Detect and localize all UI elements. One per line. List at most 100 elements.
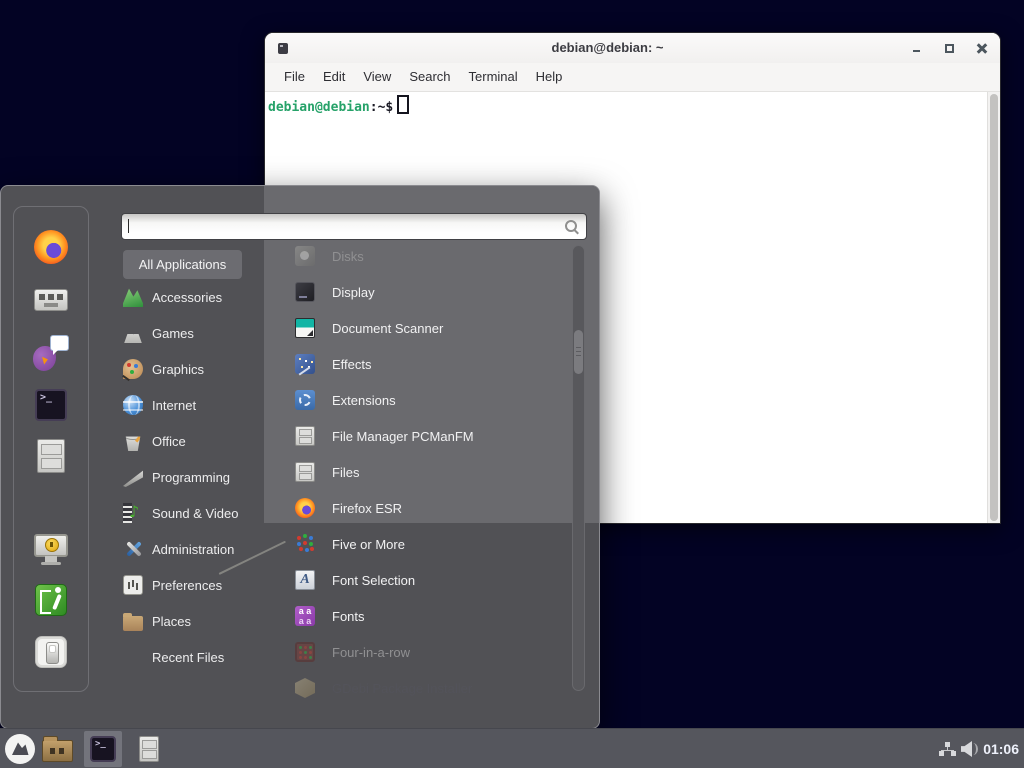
app-five-or-more[interactable]: Five or More	[284, 526, 566, 562]
prompt-suffix: :~$	[370, 100, 393, 115]
taskbar-clock[interactable]: 01:06	[983, 729, 1019, 768]
category-label: Accessories	[152, 290, 222, 305]
favorite-file-manager-icon[interactable]	[33, 438, 69, 474]
speech-bubble-icon	[50, 335, 69, 351]
app-label: Firefox ESR	[332, 501, 402, 516]
monitor-base	[41, 562, 61, 565]
app-document-scanner[interactable]: Document Scanner	[284, 310, 566, 346]
category-accessories[interactable]: Accessories	[123, 279, 275, 315]
application-menu-body: debian	[1, 186, 599, 728]
category-places[interactable]: Places	[123, 603, 275, 639]
shutdown-icon[interactable]	[33, 634, 69, 670]
app-file-manager-pcmanfm[interactable]: File Manager PCManFM	[284, 418, 566, 454]
administration-icon	[123, 539, 143, 559]
monitor-lock-icon	[34, 534, 68, 557]
menu-search-input[interactable]	[121, 213, 587, 240]
app-label: Extensions	[332, 393, 396, 408]
terminal-prompt: debian@debian:~$	[268, 95, 409, 115]
app-label: Fonts	[332, 609, 365, 624]
favorite-terminal-icon[interactable]	[33, 387, 69, 423]
app-firefox-esr[interactable]: Firefox ESR	[284, 490, 566, 526]
category-list: Accessories Games Graphics Internet Offi…	[123, 279, 275, 675]
file-cabinet-icon	[295, 462, 315, 482]
category-label: Preferences	[152, 578, 222, 593]
effects-icon	[295, 354, 315, 374]
app-display[interactable]: Display	[284, 274, 566, 310]
search-icon	[564, 219, 579, 234]
programming-icon	[123, 467, 143, 487]
four-in-a-row-icon	[295, 642, 315, 662]
app-label: Files	[332, 465, 359, 480]
category-office[interactable]: Office	[123, 423, 275, 459]
app-fonts[interactable]: Fonts	[284, 598, 566, 634]
file-cabinet-icon	[139, 736, 159, 762]
terminal-window-icon	[278, 43, 288, 54]
terminal-menubar: File Edit View Search Terminal Help	[265, 63, 1000, 92]
all-applications-label: All Applications	[139, 257, 226, 272]
minimize-button[interactable]	[910, 42, 923, 55]
menu-edit[interactable]: Edit	[314, 63, 354, 91]
menu-view[interactable]: View	[354, 63, 400, 91]
document-scanner-icon	[295, 318, 315, 338]
category-preferences[interactable]: Preferences	[123, 567, 275, 603]
menu-file[interactable]: File	[275, 63, 314, 91]
taskbar-files-button[interactable]	[136, 736, 162, 762]
office-icon	[123, 431, 143, 451]
favorites-rail	[13, 206, 89, 692]
menu-terminal[interactable]: Terminal	[460, 63, 527, 91]
taskbar-file-manager-button[interactable]	[42, 740, 73, 762]
category-programming[interactable]: Programming	[123, 459, 275, 495]
terminal-scrollbar[interactable]	[987, 92, 1000, 523]
category-administration[interactable]: Administration	[123, 531, 275, 567]
application-menu: debian	[0, 185, 600, 729]
app-gdebi-package-installer[interactable]: GDebi Package Installer	[284, 670, 566, 706]
favorite-pidgin-icon[interactable]	[33, 335, 69, 371]
category-recent-files[interactable]: Recent Files	[123, 639, 275, 675]
taskbar-terminal-button[interactable]	[84, 731, 122, 767]
terminal-scrollbar-thumb[interactable]	[990, 94, 998, 521]
power-switch-icon	[35, 636, 67, 668]
volume-icon[interactable]	[961, 741, 979, 757]
terminal-icon	[90, 736, 116, 762]
logout-icon[interactable]	[33, 582, 69, 618]
menu-search[interactable]: Search	[400, 63, 459, 91]
menu-help[interactable]: Help	[527, 63, 572, 91]
file-cabinet-icon	[295, 426, 315, 446]
category-graphics[interactable]: Graphics	[123, 351, 275, 387]
close-button[interactable]	[976, 42, 989, 55]
category-label: Programming	[152, 470, 230, 485]
lock-screen-icon[interactable]	[33, 531, 69, 567]
desktop: debian@debian: ~ File Edit View Search T…	[0, 0, 1024, 768]
app-font-selection[interactable]: Font Selection	[284, 562, 566, 598]
app-list-scrollbar[interactable]	[572, 245, 585, 691]
app-extensions[interactable]: Extensions	[284, 382, 566, 418]
menu-button[interactable]	[5, 734, 35, 764]
app-disks[interactable]: Disks	[284, 238, 566, 274]
category-sound-video[interactable]: Sound & Video	[123, 495, 275, 531]
category-label: Sound & Video	[152, 506, 239, 521]
prompt-user-host: debian@debian	[268, 100, 370, 115]
category-label: Places	[152, 614, 191, 629]
category-internet[interactable]: Internet	[123, 387, 275, 423]
debian-swirl-icon	[5, 734, 35, 764]
text-caret	[128, 219, 129, 233]
all-applications-button[interactable]: All Applications	[123, 250, 242, 279]
maximize-button[interactable]	[943, 42, 956, 55]
favorite-firefox-icon[interactable]	[33, 229, 69, 265]
app-label: Disks	[332, 249, 364, 264]
favorite-input-settings-icon[interactable]	[33, 282, 69, 318]
network-icon[interactable]	[939, 742, 956, 756]
app-effects[interactable]: Effects	[284, 346, 566, 382]
font-selection-icon	[295, 570, 315, 590]
category-label: Recent Files	[152, 650, 224, 665]
app-four-in-a-row[interactable]: Four-in-a-row	[284, 634, 566, 670]
app-files[interactable]: Files	[284, 454, 566, 490]
disks-icon	[295, 246, 315, 266]
category-games[interactable]: Games	[123, 315, 275, 351]
app-list-scrollbar-thumb[interactable]	[574, 330, 583, 374]
terminal-titlebar[interactable]: debian@debian: ~	[265, 33, 1000, 64]
accessories-icon	[123, 287, 143, 307]
exit-door-icon	[35, 584, 67, 616]
app-label: Five or More	[332, 537, 405, 552]
app-label: GDebi Package Installer	[332, 681, 472, 696]
